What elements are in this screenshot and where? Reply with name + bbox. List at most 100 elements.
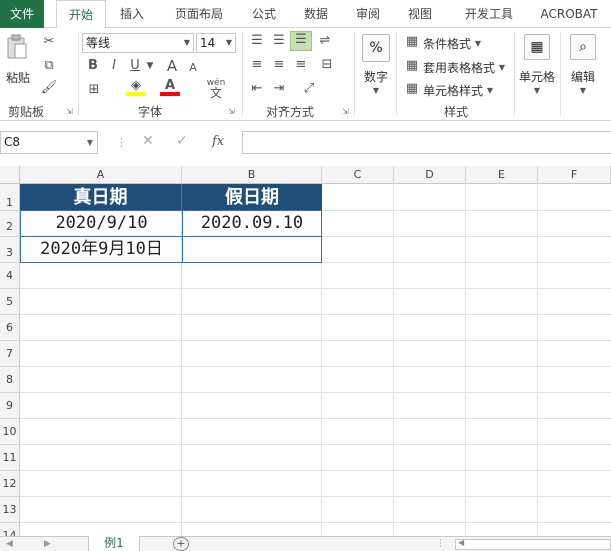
tab-page-layout[interactable]: 页面布局 [166, 0, 232, 28]
column-header-e[interactable]: E [466, 166, 538, 184]
orientation-icon[interactable]: ⤢ [296, 81, 322, 97]
paste-label[interactable]: 粘贴 [6, 69, 30, 86]
align-left-icon[interactable]: ≡ [248, 57, 266, 73]
align-right-icon[interactable]: ≡ [292, 57, 310, 73]
font-name-combo[interactable]: 等线 ▼ [82, 33, 194, 53]
scroll-left-icon[interactable]: ◀ [6, 537, 13, 551]
fill-color-icon[interactable]: ◈ [126, 78, 146, 100]
row-header-1[interactable]: 1 [0, 184, 20, 211]
merge-center-icon[interactable]: ⊟ [316, 57, 338, 73]
tab-acrobat[interactable]: ACROBAT [536, 0, 602, 28]
tab-file[interactable]: 文件 [0, 0, 44, 28]
clipboard-group-label: 剪贴板 [8, 105, 45, 119]
find-icon[interactable]: ⌕ [570, 34, 596, 60]
row-header-6[interactable]: 6 [0, 315, 20, 341]
clipboard-launcher-icon[interactable]: ⇲ [66, 107, 73, 116]
column-header-d[interactable]: D [394, 166, 466, 184]
gridline [20, 444, 611, 445]
wrap-text-icon[interactable]: ⇌ [316, 33, 334, 49]
cell-b1[interactable]: 假日期 [182, 184, 322, 211]
cell-a3[interactable]: 2020年9月10日 [20, 236, 183, 263]
cell-styles-button[interactable]: 单元格样式 [423, 82, 483, 99]
underline-button[interactable]: U [127, 58, 143, 74]
chevron-down-icon[interactable]: ▼ [486, 83, 494, 99]
paste-icon[interactable] [6, 34, 28, 62]
tab-insert[interactable]: 插入 [112, 0, 152, 28]
cell-a2[interactable]: 2020/9/10 [20, 210, 183, 237]
tab-formulas[interactable]: 公式 [244, 0, 284, 28]
table-format-icon[interactable]: ▦ [404, 58, 420, 74]
gridline [20, 418, 611, 419]
row-header-7[interactable]: 7 [0, 341, 20, 367]
scroll-right-icon[interactable]: ▶ [44, 537, 51, 551]
cells-icon[interactable]: ▦ [524, 34, 550, 60]
table-format-button[interactable]: 套用表格格式 [423, 59, 495, 76]
border-icon[interactable]: ⊞ [84, 82, 104, 98]
horizontal-scrollbar[interactable]: ◀ [455, 538, 611, 550]
conditional-format-button[interactable]: 条件格式 [423, 35, 471, 52]
sheet-tab-1[interactable]: 例1 [88, 536, 140, 551]
percent-icon[interactable]: % [362, 34, 390, 62]
bold-button[interactable]: B [85, 58, 101, 74]
row-header-11[interactable]: 11 [0, 445, 20, 471]
cancel-icon[interactable]: ✕ [142, 133, 154, 149]
align-bottom-icon[interactable]: ☰ [290, 31, 312, 51]
tab-view[interactable]: 视图 [400, 0, 440, 28]
cell-a1[interactable]: 真日期 [20, 184, 182, 211]
align-top-icon[interactable]: ☰ [248, 33, 266, 49]
chevron-down-icon[interactable]: ▼ [532, 83, 542, 99]
tab-developer[interactable]: 开发工具 [456, 0, 522, 28]
copy-icon[interactable]: ⧉ [40, 58, 58, 74]
increase-indent-icon[interactable]: ⇥ [270, 81, 288, 97]
font-size-combo[interactable]: 14 ▼ [196, 33, 236, 53]
row-header-9[interactable]: 9 [0, 393, 20, 419]
name-box[interactable]: C8 ▼ [0, 131, 98, 154]
conditional-format-icon[interactable]: ▦ [404, 34, 420, 50]
alignment-launcher-icon[interactable]: ⇲ [342, 107, 349, 116]
shrink-font-button[interactable]: A [186, 60, 200, 76]
row-header-5[interactable]: 5 [0, 289, 20, 315]
sheet-tab-bar: ◀ ▶ 例1 + ⋮ ◀ [0, 536, 611, 551]
align-middle-icon[interactable]: ☰ [270, 33, 288, 49]
row-header-12[interactable]: 12 [0, 471, 20, 497]
row-header-2[interactable]: 2 [0, 211, 20, 237]
column-header-f[interactable]: F [538, 166, 611, 184]
tab-review[interactable]: 审阅 [348, 0, 388, 28]
decrease-indent-icon[interactable]: ⇤ [248, 81, 266, 97]
chevron-down-icon[interactable]: ▼ [370, 83, 382, 99]
cell-b2[interactable]: 2020.09.10 [182, 210, 322, 237]
column-header-c[interactable]: C [322, 166, 394, 184]
phonetic-icon[interactable]: wén 文 [205, 78, 227, 100]
enter-icon[interactable]: ✓ [176, 133, 188, 149]
add-sheet-icon[interactable]: + [173, 537, 189, 551]
insert-function-icon[interactable]: fx [212, 134, 224, 149]
font-launcher-icon[interactable]: ⇲ [228, 107, 235, 116]
row-header-8[interactable]: 8 [0, 367, 20, 393]
align-center-icon[interactable]: ≡ [270, 57, 288, 73]
tab-split-grip-icon[interactable]: ⋮ [436, 537, 445, 551]
font-color-icon[interactable]: A [160, 78, 180, 100]
select-all-corner[interactable] [0, 166, 20, 184]
grow-font-button[interactable]: A [164, 58, 180, 74]
column-header-b[interactable]: B [182, 166, 322, 184]
cut-icon[interactable]: ✂ [40, 34, 58, 50]
tab-home[interactable]: 开始 [56, 0, 106, 29]
row-header-4[interactable]: 4 [0, 263, 20, 289]
cell-styles-icon[interactable]: ▦ [404, 81, 420, 97]
format-painter-icon[interactable]: 🖌 [40, 80, 58, 96]
underline-dropdown-icon[interactable]: ▼ [146, 58, 154, 74]
row-header-14[interactable]: 14 [0, 523, 20, 536]
chevron-down-icon[interactable]: ▼ [578, 83, 588, 99]
gridline [20, 392, 611, 393]
formula-input[interactable] [242, 131, 611, 154]
chevron-down-icon[interactable]: ▼ [474, 36, 482, 52]
column-header-a[interactable]: A [20, 166, 182, 184]
tab-data[interactable]: 数据 [296, 0, 336, 28]
row-header-10[interactable]: 10 [0, 419, 20, 445]
chevron-down-icon[interactable]: ▼ [498, 60, 506, 76]
italic-button[interactable]: I [106, 58, 122, 74]
cell-b3[interactable] [182, 236, 322, 263]
scroll-left-arrow-icon[interactable]: ◀ [458, 538, 464, 547]
row-header-13[interactable]: 13 [0, 497, 20, 523]
row-header-3[interactable]: 3 [0, 237, 20, 263]
